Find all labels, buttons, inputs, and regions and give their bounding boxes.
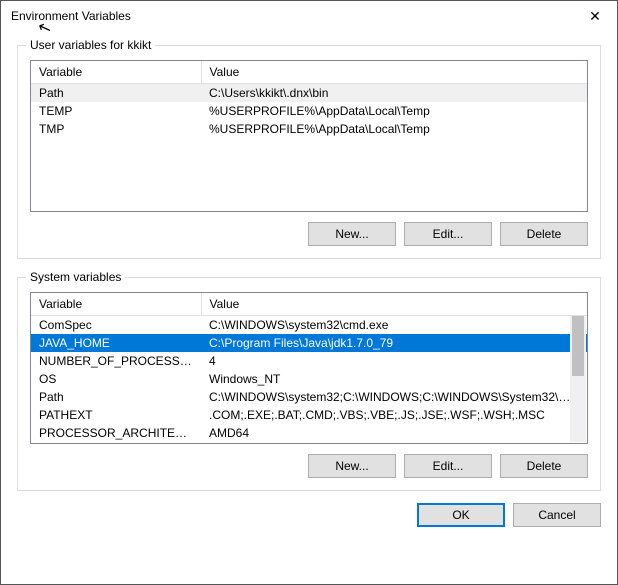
- cell-value: %USERPROFILE%\AppData\Local\Temp: [201, 102, 587, 120]
- cell-variable: PROCESSOR_ARCHITECTURE: [31, 424, 201, 442]
- user-variables-table[interactable]: Variable Value Path C:\Users\kkikt\.dnx\…: [31, 61, 587, 138]
- system-col-variable[interactable]: Variable: [31, 293, 201, 316]
- cell-value: Windows_NT: [201, 370, 587, 388]
- user-new-button[interactable]: New...: [308, 222, 396, 246]
- user-edit-button[interactable]: Edit...: [404, 222, 492, 246]
- user-buttons: New... Edit... Delete: [30, 222, 588, 246]
- table-row[interactable]: ComSpec C:\WINDOWS\system32\cmd.exe: [31, 316, 587, 335]
- close-button[interactable]: ✕: [575, 2, 615, 30]
- system-variables-table-wrap: Variable Value ComSpec C:\WINDOWS\system…: [30, 292, 588, 444]
- table-row[interactable]: JAVA_HOME C:\Program Files\Java\jdk1.7.0…: [31, 334, 587, 352]
- cell-variable: PATHEXT: [31, 406, 201, 424]
- cancel-button[interactable]: Cancel: [513, 503, 601, 527]
- user-variables-group: User variables for kkikt Variable Value …: [17, 45, 601, 259]
- cell-variable: JAVA_HOME: [31, 334, 201, 352]
- table-row[interactable]: Path C:\WINDOWS\system32;C:\WINDOWS;C:\W…: [31, 388, 587, 406]
- user-delete-button[interactable]: Delete: [500, 222, 588, 246]
- system-delete-button[interactable]: Delete: [500, 454, 588, 478]
- table-row[interactable]: TMP %USERPROFILE%\AppData\Local\Temp: [31, 120, 587, 138]
- cell-variable: ComSpec: [31, 316, 201, 335]
- cell-value: 4: [201, 352, 587, 370]
- user-variables-legend: User variables for kkikt: [26, 38, 155, 52]
- system-buttons: New... Edit... Delete: [30, 454, 588, 478]
- system-variables-group: System variables Variable Value ComSpec …: [17, 277, 601, 491]
- table-row[interactable]: PROCESSOR_ARCHITECTURE AMD64: [31, 424, 587, 442]
- cell-value: C:\WINDOWS\system32\cmd.exe: [201, 316, 587, 335]
- cell-value: AMD64: [201, 424, 587, 442]
- cell-variable: NUMBER_OF_PROCESSORS: [31, 352, 201, 370]
- table-row[interactable]: Path C:\Users\kkikt\.dnx\bin: [31, 84, 587, 103]
- table-row[interactable]: OS Windows_NT: [31, 370, 587, 388]
- table-row[interactable]: NUMBER_OF_PROCESSORS 4: [31, 352, 587, 370]
- ok-button[interactable]: OK: [417, 503, 505, 527]
- user-variables-table-wrap: Variable Value Path C:\Users\kkikt\.dnx\…: [30, 60, 588, 212]
- cell-variable: OS: [31, 370, 201, 388]
- dialog-buttons: OK Cancel: [17, 491, 601, 527]
- cell-variable: TMP: [31, 120, 201, 138]
- cell-variable: TEMP: [31, 102, 201, 120]
- window-title: Environment Variables: [11, 9, 131, 23]
- cell-value: C:\Program Files\Java\jdk1.7.0_79: [201, 334, 587, 352]
- scrollbar-thumb[interactable]: [572, 316, 584, 376]
- table-row[interactable]: PATHEXT .COM;.EXE;.BAT;.CMD;.VBS;.VBE;.J…: [31, 406, 587, 424]
- cell-value: C:\WINDOWS\system32;C:\WINDOWS;C:\WINDOW…: [201, 388, 587, 406]
- titlebar: Environment Variables ✕: [1, 1, 617, 31]
- close-icon: ✕: [589, 8, 601, 25]
- cell-value: .COM;.EXE;.BAT;.CMD;.VBS;.VBE;.JS;.JSE;.…: [201, 406, 587, 424]
- system-scrollbar[interactable]: [570, 316, 586, 442]
- cell-variable: Path: [31, 388, 201, 406]
- cell-variable: Path: [31, 84, 201, 103]
- dialog-body: User variables for kkikt Variable Value …: [1, 31, 617, 584]
- system-variables-table[interactable]: Variable Value ComSpec C:\WINDOWS\system…: [31, 293, 587, 442]
- table-row[interactable]: TEMP %USERPROFILE%\AppData\Local\Temp: [31, 102, 587, 120]
- system-variables-legend: System variables: [26, 270, 125, 284]
- system-new-button[interactable]: New...: [308, 454, 396, 478]
- cell-value: C:\Users\kkikt\.dnx\bin: [201, 84, 587, 103]
- environment-variables-dialog: Environment Variables ✕ User variables f…: [0, 0, 618, 585]
- user-col-variable[interactable]: Variable: [31, 61, 201, 84]
- cell-value: %USERPROFILE%\AppData\Local\Temp: [201, 120, 587, 138]
- user-col-value[interactable]: Value: [201, 61, 587, 84]
- system-col-value[interactable]: Value: [201, 293, 587, 316]
- system-edit-button[interactable]: Edit...: [404, 454, 492, 478]
